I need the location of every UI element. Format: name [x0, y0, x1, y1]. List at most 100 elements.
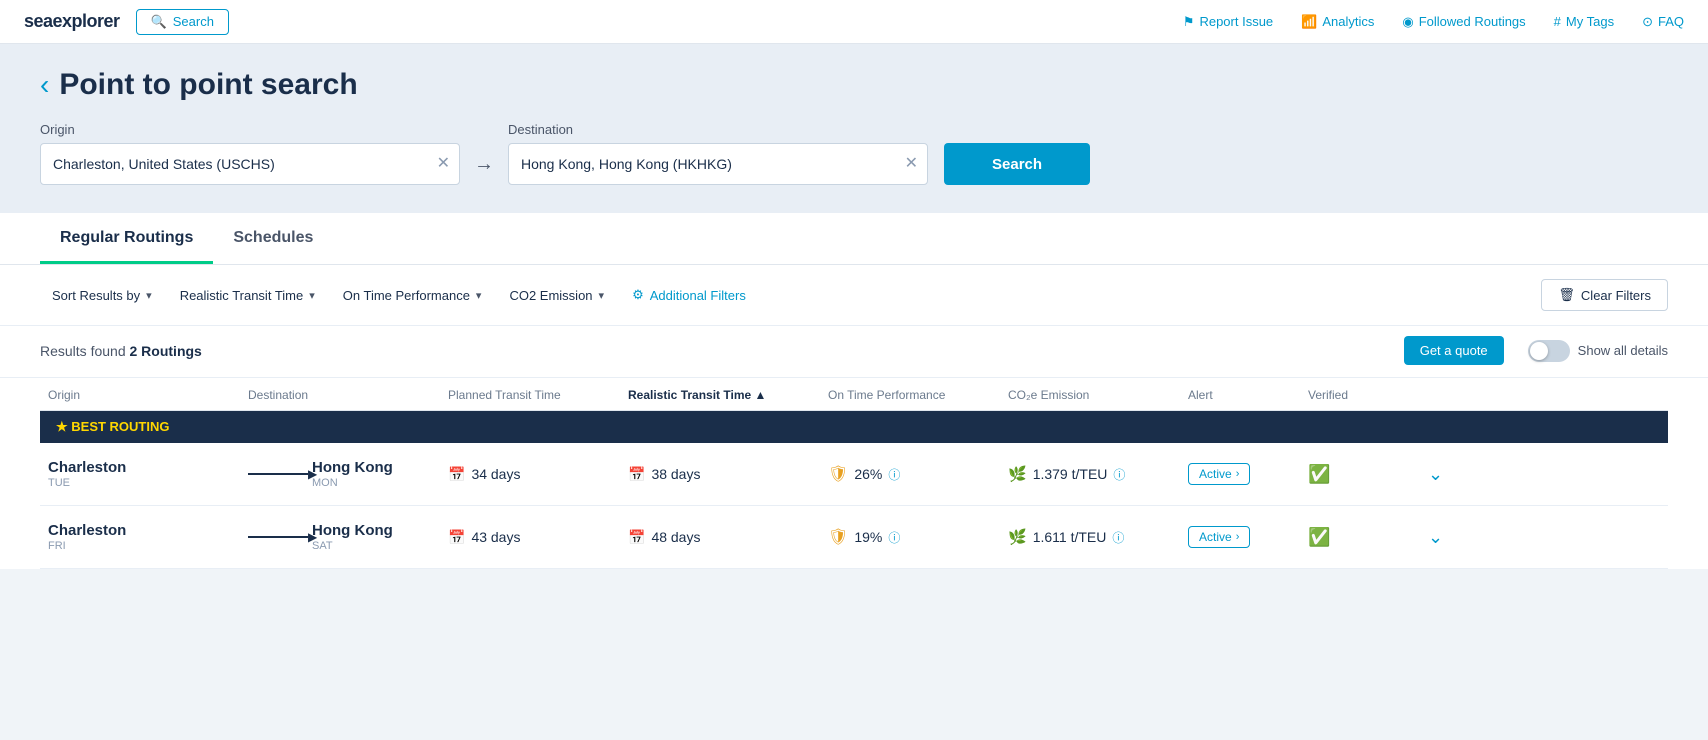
origin-label: Origin — [40, 122, 460, 137]
row2-verified: ✅ — [1300, 527, 1420, 548]
eye-icon: ◉ — [1402, 14, 1413, 30]
analytics-icon: 📶 — [1301, 14, 1317, 30]
get-quote-button[interactable]: Get a quote — [1404, 336, 1504, 365]
origin-input-wrap: ✕ — [40, 143, 460, 185]
row2-origin: Charleston FRI — [40, 522, 240, 552]
route-arrow-separator: → — [460, 143, 508, 185]
table-section: Origin Destination Planned Transit Time … — [0, 378, 1708, 569]
active-badge-2[interactable]: Active › — [1188, 526, 1250, 548]
show-details-toggle[interactable] — [1528, 340, 1570, 362]
nav-search-button[interactable]: 🔍 Search — [136, 9, 229, 35]
row2-on-time: 🛡 19% ⓘ — [820, 527, 1000, 547]
row1-expand[interactable]: ⌄ — [1420, 464, 1480, 485]
table-row: Charleston TUE ▶ Hong Kong MON 📅 34 days… — [40, 443, 1668, 506]
faq-icon: ⊙ — [1642, 14, 1653, 30]
route-line-1: ▶ — [248, 467, 304, 481]
table-header: Origin Destination Planned Transit Time … — [40, 378, 1668, 411]
expand-icon-1[interactable]: ⌄ — [1428, 464, 1443, 484]
tabs-section: Regular Routings Schedules — [0, 213, 1708, 265]
col-verified: Verified — [1300, 388, 1420, 402]
destination-label: Destination — [508, 122, 928, 137]
brand-logo: seaexplorer — [24, 11, 120, 32]
search-button[interactable]: Search — [944, 143, 1090, 185]
origin-input[interactable] — [40, 143, 460, 185]
tab-regular-routings[interactable]: Regular Routings — [40, 213, 213, 264]
destination-field-group: Destination ✕ — [508, 122, 928, 185]
calendar-icon-4: 📅 — [628, 529, 645, 546]
info-icon-2[interactable]: ⓘ — [888, 529, 900, 546]
col-origin: Origin — [40, 388, 240, 402]
row2-realistic-transit: 📅 48 days — [620, 529, 820, 546]
verified-icon-2: ✅ — [1308, 527, 1330, 547]
row1-verified: ✅ — [1300, 464, 1420, 485]
origin-clear-icon[interactable]: ✕ — [437, 156, 450, 172]
show-all-details-toggle-wrap: Show all details — [1528, 340, 1668, 362]
clear-filters-button[interactable]: 🗑 Clear Filters — [1541, 279, 1668, 311]
row2-expand[interactable]: ⌄ — [1420, 527, 1480, 548]
row1-emission: 🌿 1.379 t/TEU ⓘ — [1000, 465, 1180, 483]
trash-icon: 🗑 — [1558, 287, 1575, 303]
emission-info-icon-2[interactable]: ⓘ — [1112, 529, 1124, 546]
search-nav-icon: 🔍 — [151, 14, 167, 30]
page-title: Point to point search — [59, 68, 357, 102]
co2-chevron-icon: ▾ — [599, 289, 605, 302]
sort-chevron-icon: ▾ — [146, 289, 152, 302]
faq-link[interactable]: ⊙ FAQ — [1642, 14, 1684, 30]
navbar-right: ⚑ Report Issue 📶 Analytics ◉ Followed Ro… — [1183, 14, 1684, 30]
on-time-performance-filter[interactable]: On Time Performance ▾ — [331, 282, 494, 309]
row1-realistic-transit: 📅 38 days — [620, 466, 820, 483]
col-planned-transit: Planned Transit Time — [440, 388, 620, 402]
table-row: Charleston FRI ▶ Hong Kong SAT 📅 43 days… — [40, 506, 1668, 569]
col-on-time: On Time Performance — [820, 388, 1000, 402]
route-dash3 — [248, 536, 278, 538]
row1-origin: Charleston TUE — [40, 459, 240, 489]
row2-planned-transit: 📅 43 days — [440, 529, 620, 546]
origin-field-group: Origin ✕ — [40, 122, 460, 185]
sliders-icon: ⚙ — [632, 287, 644, 303]
filters-section: Sort Results by ▾ Realistic Transit Time… — [0, 265, 1708, 326]
row2-route-destination: ▶ Hong Kong SAT — [240, 522, 440, 552]
row2-alert: Active › — [1180, 526, 1300, 548]
row2-emission: 🌿 1.611 t/TEU ⓘ — [1000, 528, 1180, 546]
row1-alert: Active › — [1180, 463, 1300, 485]
additional-filters-button[interactable]: ⚙ Additional Filters — [620, 281, 758, 309]
show-details-label: Show all details — [1578, 343, 1668, 358]
report-issue-link[interactable]: ⚑ Report Issue — [1183, 14, 1273, 30]
best-routing-banner: ★ BEST ROUTING — [40, 411, 1668, 443]
active-badge-1[interactable]: Active › — [1188, 463, 1250, 485]
expand-icon-2[interactable]: ⌄ — [1428, 527, 1443, 547]
followed-routings-link[interactable]: ◉ Followed Routings — [1402, 14, 1525, 30]
calendar-icon-1: 📅 — [448, 466, 465, 483]
calendar-icon-2: 📅 — [628, 466, 645, 483]
results-bar: Results found 2 Routings Get a quote Sho… — [0, 326, 1708, 378]
back-button[interactable]: ‹ — [40, 69, 49, 101]
page-title-wrap: ‹ Point to point search — [40, 68, 1668, 102]
realistic-transit-filter[interactable]: Realistic Transit Time ▾ — [168, 282, 327, 309]
otp-chevron-icon: ▾ — [476, 289, 482, 302]
col-realistic-transit[interactable]: Realistic Transit Time ▲ — [620, 388, 820, 402]
active-chevron-icon-1: › — [1236, 468, 1240, 480]
row1-dest-wrap: Hong Kong MON — [312, 459, 393, 489]
report-icon: ⚑ — [1183, 14, 1195, 30]
row2-dest-wrap: Hong Kong SAT — [312, 522, 393, 552]
destination-clear-icon[interactable]: ✕ — [905, 156, 918, 172]
leaf-icon-1: 🌿 — [1008, 465, 1027, 483]
row1-route-destination: ▶ Hong Kong MON — [240, 459, 440, 489]
shield-icon-1: 🛡 — [828, 464, 848, 484]
tab-schedules[interactable]: Schedules — [213, 213, 333, 264]
active-chevron-icon-2: › — [1236, 531, 1240, 543]
row1-on-time: 🛡 26% ⓘ — [820, 464, 1000, 484]
hero-section: ‹ Point to point search Origin ✕ → Desti… — [0, 44, 1708, 213]
analytics-link[interactable]: 📶 Analytics — [1301, 14, 1374, 30]
navbar: seaexplorer 🔍 Search ⚑ Report Issue 📶 An… — [0, 0, 1708, 44]
my-tags-link[interactable]: # My Tags — [1554, 14, 1614, 29]
sort-results-filter[interactable]: Sort Results by ▾ — [40, 282, 164, 309]
route-line-2: ▶ — [248, 530, 304, 544]
co2-emission-filter[interactable]: CO2 Emission ▾ — [497, 282, 616, 309]
search-row: Origin ✕ → Destination ✕ Search — [40, 122, 1668, 185]
destination-input[interactable] — [508, 143, 928, 185]
calendar-icon-3: 📅 — [448, 529, 465, 546]
row1-planned-transit: 📅 34 days — [440, 466, 620, 483]
info-icon-1[interactable]: ⓘ — [888, 466, 900, 483]
emission-info-icon-1[interactable]: ⓘ — [1113, 466, 1125, 483]
